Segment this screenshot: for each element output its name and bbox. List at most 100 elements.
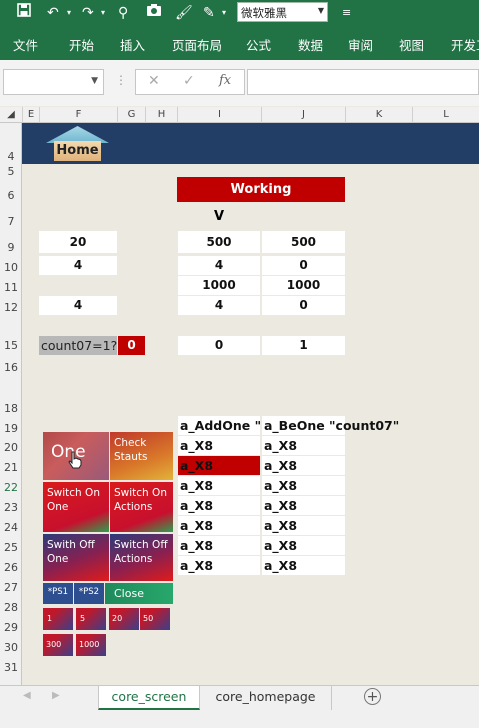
column-header-h[interactable]: H: [145, 107, 177, 123]
cell-i9[interactable]: 500: [178, 231, 260, 253]
list-item[interactable]: a_X8: [262, 516, 345, 535]
list-item[interactable]: a_X8: [178, 536, 260, 555]
home-button[interactable]: Home: [46, 126, 109, 161]
tab-view[interactable]: 视图: [399, 35, 424, 54]
select-all-corner[interactable]: ◢: [0, 107, 22, 123]
cancel-icon[interactable]: ✕: [148, 73, 160, 89]
num-20-button[interactable]: 20: [109, 608, 139, 630]
cell-i15[interactable]: 0: [178, 336, 260, 355]
insert-function-button[interactable]: fx: [219, 73, 231, 88]
tab-insert[interactable]: 插入: [120, 35, 145, 54]
column-header-l[interactable]: L: [412, 107, 479, 123]
cell-f9[interactable]: 20: [39, 231, 117, 253]
row-header[interactable]: 7: [0, 215, 22, 228]
tab-file[interactable]: 文件: [13, 35, 38, 54]
format-painter-icon[interactable]: 🖌: [175, 3, 193, 23]
tab-home[interactable]: 开始: [69, 35, 94, 54]
font-name-select[interactable]: 微软雅黑 ▼: [237, 2, 328, 22]
num-1-button[interactable]: 1: [43, 608, 73, 630]
enter-icon[interactable]: ✓: [183, 73, 195, 89]
list-item[interactable]: a_X8: [262, 536, 345, 555]
row-header[interactable]: 9: [0, 241, 22, 254]
num-300-button[interactable]: 300: [43, 634, 73, 656]
switch-off-actions-button[interactable]: Switch Off Actions: [110, 534, 173, 581]
switch-on-one-button[interactable]: Switch On One: [43, 482, 109, 532]
column-header-k[interactable]: K: [345, 107, 412, 123]
row-header[interactable]: 24: [0, 521, 22, 534]
edit-icon[interactable]: ✎: [203, 3, 215, 23]
row-header[interactable]: 10: [0, 261, 22, 274]
scroll-left-icon[interactable]: ◀: [23, 690, 31, 701]
switch-off-one-button[interactable]: Swith Off One: [43, 534, 109, 581]
list-item[interactable]: a_X8: [178, 556, 260, 575]
tab-data[interactable]: 数据: [298, 35, 323, 54]
tab-developer[interactable]: 开发工: [451, 35, 479, 54]
row-header[interactable]: 18: [0, 402, 22, 415]
list-item[interactable]: a_X8: [262, 436, 345, 455]
row-header[interactable]: 22: [0, 481, 22, 494]
cell-j10[interactable]: 0: [262, 256, 345, 275]
redo-icon[interactable]: ↷: [82, 3, 94, 23]
list-item[interactable]: a_X8: [178, 436, 260, 455]
row-header[interactable]: 12: [0, 301, 22, 314]
cell-i11[interactable]: 1000: [178, 276, 260, 295]
row-header[interactable]: 29: [0, 621, 22, 634]
ps1-button[interactable]: *PS1: [43, 583, 73, 604]
row-header[interactable]: 16: [0, 361, 22, 374]
tab-review[interactable]: 审阅: [348, 35, 373, 54]
row-header[interactable]: 25: [0, 541, 22, 554]
column-header-j[interactable]: J: [261, 107, 345, 123]
tab-formulas[interactable]: 公式: [246, 35, 271, 54]
ps2-button[interactable]: *PS2: [74, 583, 104, 604]
one-button[interactable]: One: [43, 432, 109, 480]
row-header[interactable]: 21: [0, 461, 22, 474]
list-item[interactable]: a_X8: [262, 476, 345, 495]
edit-dropdown-icon[interactable]: ▾: [222, 3, 226, 23]
close-button[interactable]: Close: [105, 583, 173, 604]
clear-filter-icon[interactable]: ⚲: [118, 3, 128, 23]
name-box[interactable]: ▼: [3, 69, 104, 95]
list-item[interactable]: a_X8: [262, 556, 345, 575]
list-header-addone[interactable]: a_AddOne ": [178, 416, 261, 435]
count-value-cell[interactable]: 0: [118, 336, 145, 355]
row-header[interactable]: 6: [0, 189, 22, 202]
tab-page-layout[interactable]: 页面布局: [172, 35, 222, 54]
cell-i10[interactable]: 4: [178, 256, 260, 275]
count-label-cell[interactable]: count07=1?: [39, 336, 117, 355]
customize-toolbar-icon[interactable]: ≡: [342, 3, 351, 23]
list-item[interactable]: a_X8: [178, 516, 260, 535]
row-header[interactable]: 5: [0, 165, 22, 178]
column-header-i[interactable]: I: [177, 107, 261, 123]
add-sheet-icon[interactable]: +: [364, 688, 381, 705]
sheet-tab-core-screen[interactable]: core_screen: [98, 686, 200, 710]
list-item[interactable]: a_X8: [178, 496, 260, 515]
check-status-button[interactable]: Check Stauts: [110, 432, 173, 480]
list-item[interactable]: a_X8: [262, 496, 345, 515]
camera-icon[interactable]: [146, 3, 162, 23]
formula-input[interactable]: [247, 69, 479, 95]
cell-i12[interactable]: 4: [178, 296, 260, 315]
save-icon[interactable]: [17, 3, 31, 23]
cell-f10[interactable]: 4: [39, 256, 117, 275]
list-item[interactable]: a_X8: [178, 476, 260, 495]
num-50-button[interactable]: 50: [140, 608, 170, 630]
column-header-e[interactable]: E: [22, 107, 39, 123]
chevron-down-icon[interactable]: ▼: [91, 76, 98, 86]
scroll-right-icon[interactable]: ▶: [52, 690, 60, 701]
row-header[interactable]: 19: [0, 422, 22, 435]
row-header[interactable]: 27: [0, 581, 22, 594]
cell-j9[interactable]: 500: [262, 231, 345, 253]
redo-dropdown-icon[interactable]: ▾: [101, 3, 105, 23]
sheet-tab-core-homepage[interactable]: core_homepage: [200, 686, 332, 710]
num-1000-button[interactable]: 1000: [76, 634, 106, 656]
undo-dropdown-icon[interactable]: ▾: [67, 3, 71, 23]
row-header[interactable]: 15: [0, 339, 22, 352]
row-header[interactable]: 11: [0, 281, 22, 294]
row-header[interactable]: 31: [0, 661, 22, 674]
undo-icon[interactable]: ↶: [47, 3, 59, 23]
row-header[interactable]: 26: [0, 561, 22, 574]
switch-on-actions-button[interactable]: Switch On Actions: [110, 482, 173, 532]
column-header-f[interactable]: F: [39, 107, 117, 123]
row-header[interactable]: 20: [0, 441, 22, 454]
num-5-button[interactable]: 5: [76, 608, 106, 630]
